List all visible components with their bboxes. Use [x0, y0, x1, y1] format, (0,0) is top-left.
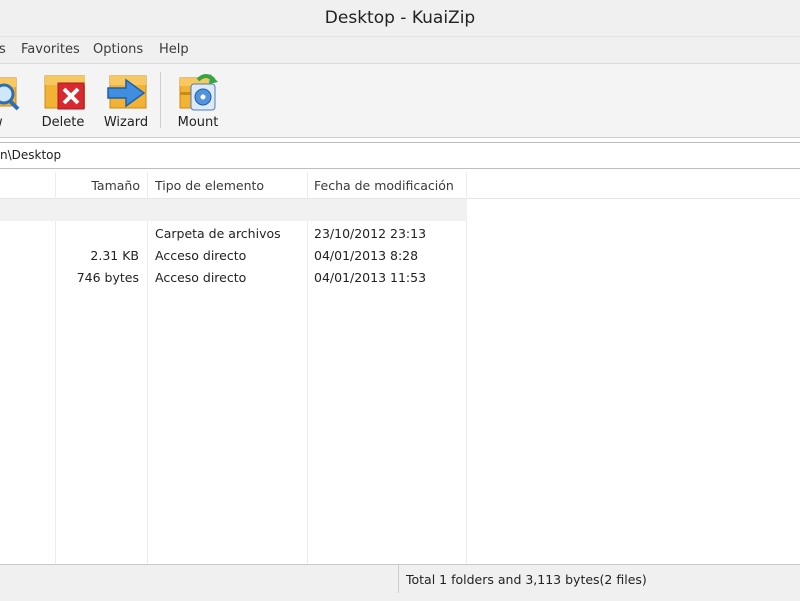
menu-item-favorites[interactable]: Favorites	[21, 42, 80, 57]
title-bar: Desktop - KuaiZip	[0, 0, 800, 37]
group-header-row	[0, 199, 467, 221]
mount-button-label: Mount	[177, 115, 219, 130]
address-path: n\Desktop	[0, 148, 62, 162]
delete-button[interactable]: Delete	[36, 64, 90, 136]
magnifier-icon	[0, 77, 20, 111]
window-title: Desktop - KuaiZip	[324, 8, 476, 28]
item-modified: 04/01/2013 8:28	[314, 248, 419, 263]
view-button-label: ew	[0, 115, 32, 130]
arrow-right-icon	[107, 75, 147, 109]
column-header-row: Tamaño Tipo de elemento Fecha de modific…	[0, 172, 800, 199]
item-modified: 04/01/2013 11:53	[314, 270, 427, 285]
view-button[interactable]: ew	[0, 64, 32, 136]
wizard-button[interactable]: Wizard	[98, 64, 154, 136]
toolbar: ew Delete Wizard	[0, 64, 800, 138]
item-size: 746 bytes	[76, 270, 139, 285]
toolbar-separator	[160, 72, 161, 128]
item-type: Acceso directo	[155, 248, 247, 263]
mount-button[interactable]: Mount	[170, 64, 226, 136]
disc-mount-icon	[179, 74, 218, 111]
item-type: Acceso directo	[155, 270, 247, 285]
wizard-button-label: Wizard	[103, 115, 149, 130]
delete-button-label: Delete	[41, 115, 85, 130]
menu-item-options[interactable]: Options	[93, 42, 143, 57]
menu-bar: s Favorites Options Help	[0, 37, 800, 64]
menu-item-help[interactable]: Help	[159, 42, 189, 57]
list-item[interactable]: Carpeta de archivos 23/10/2012 23:13	[0, 222, 467, 244]
status-summary: Total 1 folders and 3,113 bytes(2 files)	[406, 572, 647, 587]
menu-item-tools[interactable]: s	[0, 42, 6, 57]
file-list[interactable]: Tamaño Tipo de elemento Fecha de modific…	[0, 172, 800, 564]
delete-x-icon	[44, 75, 85, 110]
status-divider	[398, 565, 399, 593]
list-item[interactable]: 746 bytes Acceso directo 04/01/2013 11:5…	[0, 266, 467, 288]
item-type: Carpeta de archivos	[155, 226, 281, 241]
status-bar: Total 1 folders and 3,113 bytes(2 files)	[0, 564, 800, 601]
item-modified: 23/10/2012 23:13	[314, 226, 427, 241]
column-header-type[interactable]: Tipo de elemento	[155, 178, 264, 193]
address-bar[interactable]: n\Desktop	[0, 142, 800, 169]
item-size: 2.31 KB	[90, 248, 139, 263]
column-header-size[interactable]: Tamaño	[0, 178, 140, 193]
column-header-modified[interactable]: Fecha de modificación	[314, 178, 454, 193]
list-item[interactable]: 2.31 KB Acceso directo 04/01/2013 8:28	[0, 244, 467, 266]
